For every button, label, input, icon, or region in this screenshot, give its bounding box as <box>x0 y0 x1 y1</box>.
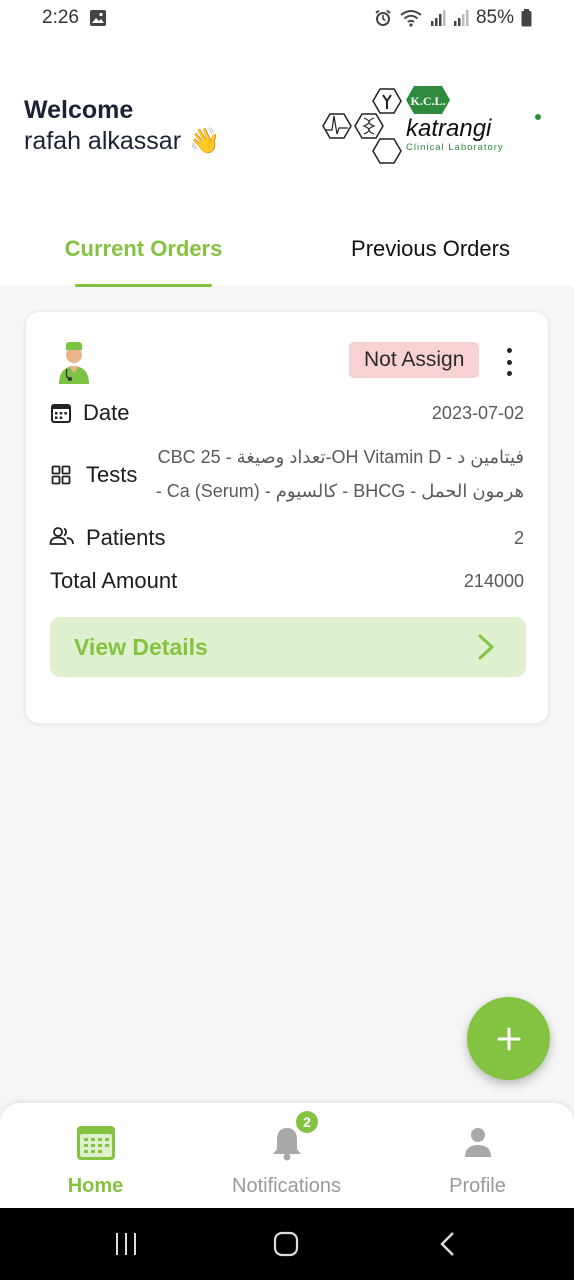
wifi-icon <box>400 10 422 27</box>
order-tabs: Current Orders Previous Orders <box>0 232 574 286</box>
status-badge: Not Assign <box>349 342 480 378</box>
home-system-icon[interactable] <box>273 1230 299 1258</box>
patients-value: 2 <box>513 528 524 548</box>
calendar-icon <box>76 1126 115 1160</box>
view-details-button[interactable]: View Details <box>50 617 526 677</box>
tab-current-orders[interactable]: Current Orders <box>0 232 287 286</box>
nav-profile-label: Profile <box>449 1175 506 1197</box>
more-options-icon[interactable] <box>502 348 516 376</box>
gallery-icon <box>89 10 106 26</box>
alarm-icon <box>375 9 391 26</box>
nav-profile[interactable]: Profile <box>382 1103 573 1208</box>
nav-home[interactable]: Home <box>0 1103 191 1208</box>
welcome-block: Welcome rafah alkassar 👋 <box>24 96 220 156</box>
people-icon <box>49 527 74 545</box>
person-icon <box>464 1128 491 1157</box>
doctor-avatar-icon <box>59 342 89 384</box>
patients-label: Patients <box>86 525 166 550</box>
tests-value: فيتامين د - OH Vitamin D-تعداد وصيغة - C… <box>150 440 524 508</box>
nav-home-label: Home <box>67 1175 124 1197</box>
signal-icon-2 <box>453 10 469 26</box>
tests-value-line-1: فيتامين د - OH Vitamin D-تعداد وصيغة - C… <box>157 447 524 467</box>
calendar-icon <box>51 404 71 423</box>
date-value: 2023-07-02 <box>431 403 524 423</box>
total-amount-label: Total Amount <box>50 568 178 593</box>
tests-value-line-2: هرمون الحمل - BHCG - كالسيوم - Ca (Serum… <box>155 481 524 501</box>
chevron-right-icon <box>478 634 494 660</box>
user-name-line: rafah alkassar 👋 <box>24 127 220 156</box>
status-bar: 2:26 85% <box>0 0 574 36</box>
recent-apps-icon[interactable] <box>114 1230 138 1258</box>
bottom-navigation: Home 2 Notifications Profile <box>0 1103 574 1208</box>
tab-previous-orders[interactable]: Previous Orders <box>287 232 574 286</box>
system-navigation-bar <box>0 1208 574 1280</box>
welcome-title: Welcome <box>24 96 134 124</box>
signal-icon <box>430 10 446 26</box>
logo-badge-text: K.C.L. <box>410 94 445 108</box>
tests-label: Tests <box>86 462 138 487</box>
lab-logo: K.C.L. katrangi Clinical Laboratory <box>322 86 541 164</box>
view-details-label: View Details <box>74 633 208 660</box>
date-label: Date <box>83 400 130 425</box>
user-name: rafah alkassar <box>24 127 182 155</box>
notification-count-badge: 2 <box>296 1111 318 1133</box>
battery-icon <box>521 9 532 27</box>
back-icon[interactable] <box>438 1230 458 1258</box>
total-amount-value: 214000 <box>463 571 524 591</box>
bell-icon <box>272 1128 301 1161</box>
logo-brand-text: katrangi <box>406 115 492 142</box>
nav-notifications-label: Notifications <box>232 1175 341 1197</box>
status-time: 2:26 <box>42 7 79 28</box>
header: Welcome rafah alkassar 👋 K.C.L. katrangi… <box>0 36 574 287</box>
battery-percent: 85% <box>475 7 514 28</box>
order-card[interactable]: Not Assign Date 2023-07-02 Tests فيتامين… <box>25 311 549 724</box>
waving-hand-icon: 👋 <box>189 127 221 155</box>
add-order-button[interactable] <box>467 997 550 1080</box>
nav-notifications[interactable]: 2 Notifications <box>191 1103 382 1208</box>
plus-icon <box>497 1027 520 1050</box>
active-tab-indicator <box>75 284 212 287</box>
grid-icon <box>51 465 71 485</box>
logo-subtitle-text: Clinical Laboratory <box>406 142 504 153</box>
